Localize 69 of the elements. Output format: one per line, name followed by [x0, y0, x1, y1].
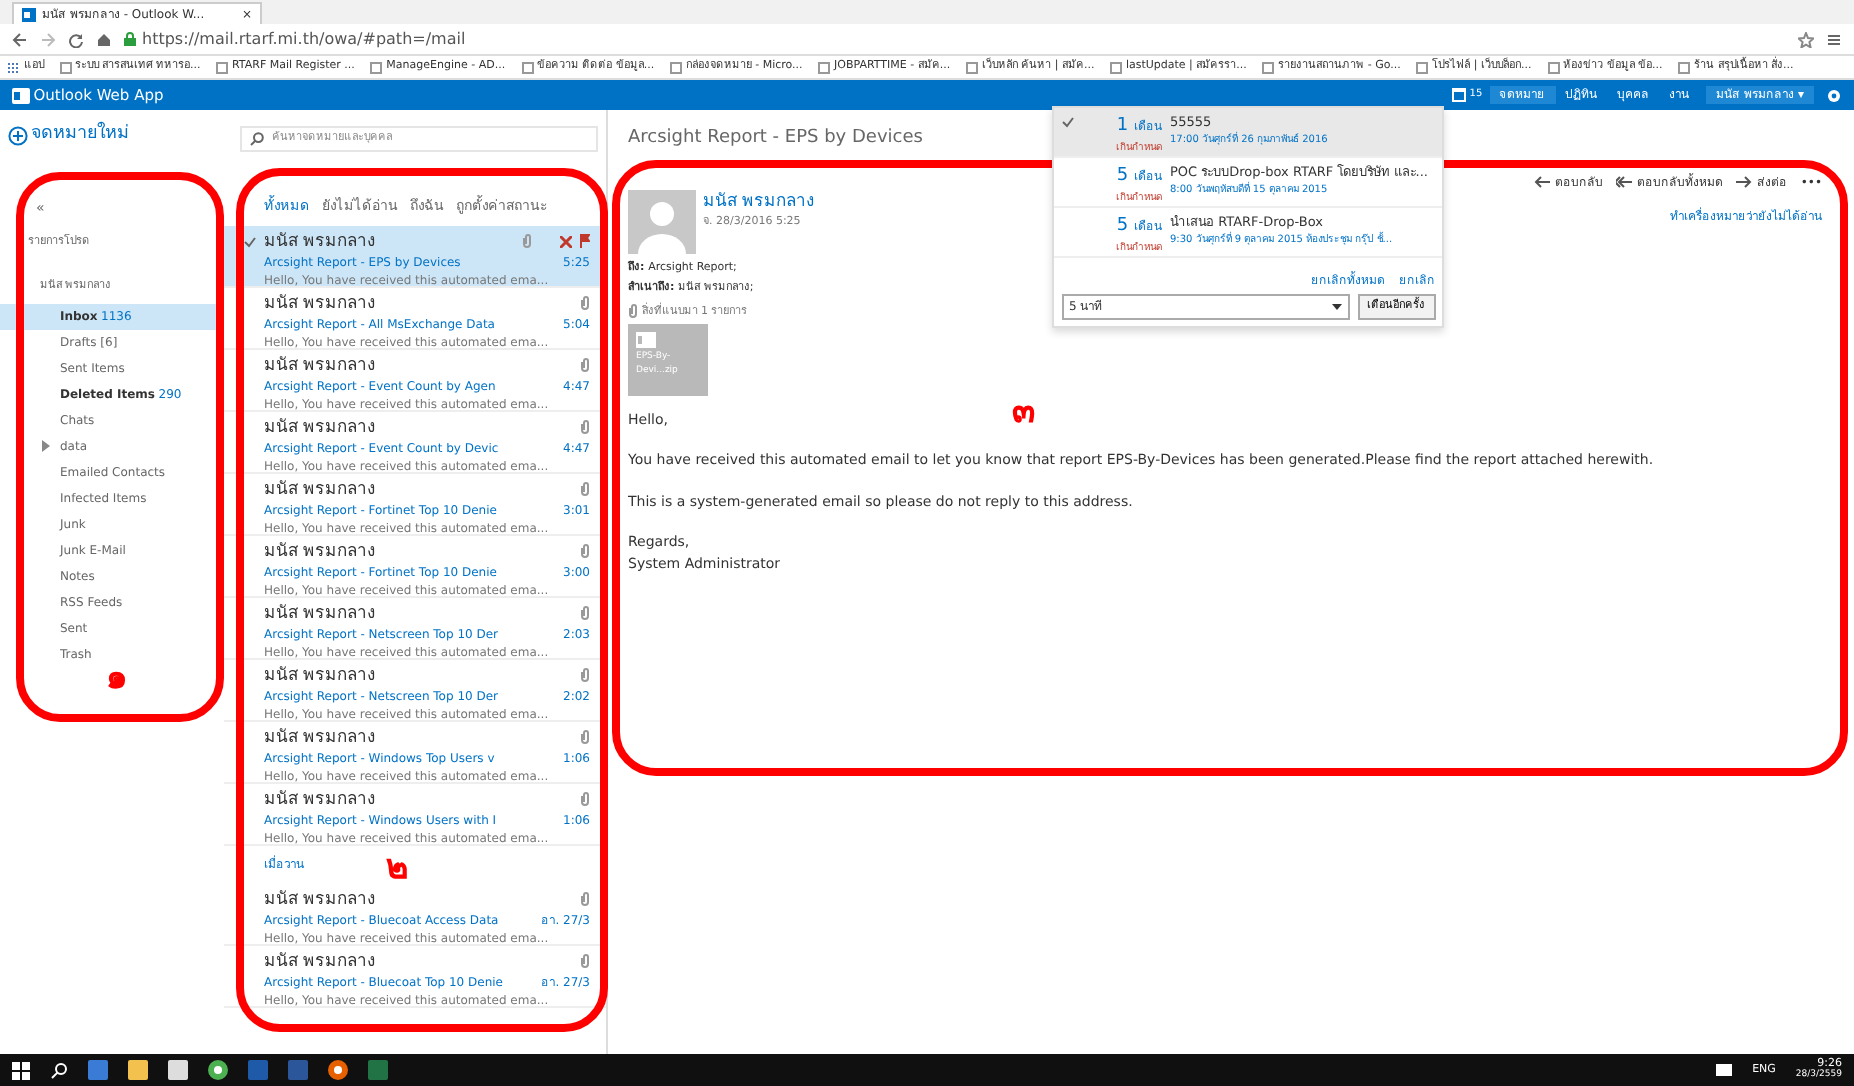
annotation-number: ๓	[1012, 396, 1036, 430]
calendar-icon	[1452, 88, 1467, 102]
sender-name: มนัส พรมกลาง	[264, 353, 378, 379]
search-icon	[250, 132, 264, 146]
message-subject-title: Arcsight Report - EPS by Devices	[628, 126, 923, 152]
search-icon[interactable]	[50, 1061, 68, 1079]
outlook-logo-icon	[12, 87, 30, 103]
paperclip-icon	[580, 954, 590, 969]
new-mail-button[interactable]: จดหมายใหม่	[0, 122, 224, 149]
sender-name: มนัส พรมกลาง	[264, 477, 378, 503]
page-icon	[216, 61, 229, 73]
sender-name: มนัส พรมกลาง	[264, 725, 378, 751]
reply-icon	[1534, 174, 1551, 190]
page-icon	[670, 61, 683, 73]
check-icon	[1062, 116, 1074, 129]
reply-all-icon	[1616, 174, 1633, 190]
page-icon	[818, 61, 831, 73]
paperclip-icon	[580, 420, 590, 435]
sender-link[interactable]: มนัส พรมกลาง	[703, 189, 815, 215]
menu-icon[interactable]	[1826, 31, 1842, 47]
lock-icon	[124, 32, 136, 46]
paperclip-icon	[580, 544, 590, 559]
page-icon	[59, 61, 72, 73]
avatar-icon	[628, 189, 696, 253]
notification-icon[interactable]	[1716, 1063, 1733, 1077]
address-bar[interactable]: https://mail.rtarf.mi.th/owa/#path=/mail	[142, 27, 466, 51]
back-icon[interactable]	[12, 31, 28, 47]
page-icon	[1547, 61, 1560, 73]
annotation-number: ๒	[386, 852, 408, 886]
apps-icon	[8, 61, 20, 73]
sender-name: มนัส พรมกลาง	[264, 415, 378, 441]
paperclip-icon	[580, 792, 590, 807]
annotation-number: ๑	[106, 662, 128, 696]
check-icon	[244, 235, 256, 247]
paperclip-icon	[580, 358, 590, 373]
sender-name: มนัส พรมกลาง	[264, 539, 378, 565]
reload-icon[interactable]	[68, 31, 84, 47]
forward-arrow-icon	[1736, 174, 1753, 190]
delete-icon[interactable]	[560, 235, 572, 248]
zip-file-icon	[636, 331, 656, 348]
sender-name: มนัส พรมกลาง	[264, 291, 378, 317]
sender-name: มนัส พรมกลาง	[264, 601, 378, 627]
paperclip-icon	[628, 304, 638, 319]
page-icon	[1110, 61, 1123, 73]
page-icon	[1416, 61, 1429, 73]
paperclip-icon	[580, 730, 590, 745]
star-icon[interactable]	[1798, 31, 1814, 47]
page-icon	[966, 61, 979, 73]
paperclip-icon	[580, 668, 590, 683]
flag-icon[interactable]	[580, 234, 590, 249]
settings-icon[interactable]	[1826, 87, 1842, 103]
page-icon	[521, 61, 534, 73]
paperclip-icon	[580, 482, 590, 497]
home-icon[interactable]	[96, 31, 112, 47]
paperclip-icon	[580, 296, 590, 311]
sender-name: มนัส พรมกลาง	[264, 787, 378, 813]
plus-circle-icon	[7, 125, 27, 146]
paperclip-icon	[522, 234, 532, 249]
page-icon	[1678, 61, 1691, 73]
sender-name: มนัส พรมกลาง	[264, 887, 378, 913]
paperclip-icon	[580, 606, 590, 621]
sender-name: มนัส พรมกลาง	[264, 663, 378, 689]
sender-name: มนัส พรมกลาง	[264, 229, 378, 255]
page-icon	[370, 61, 383, 73]
sender-name: มนัส พรมกลาง	[264, 949, 378, 975]
dropdown-caret-icon	[1332, 303, 1342, 310]
page-icon	[1262, 61, 1275, 73]
paperclip-icon	[580, 892, 590, 907]
windows-start-icon[interactable]	[12, 1061, 30, 1079]
